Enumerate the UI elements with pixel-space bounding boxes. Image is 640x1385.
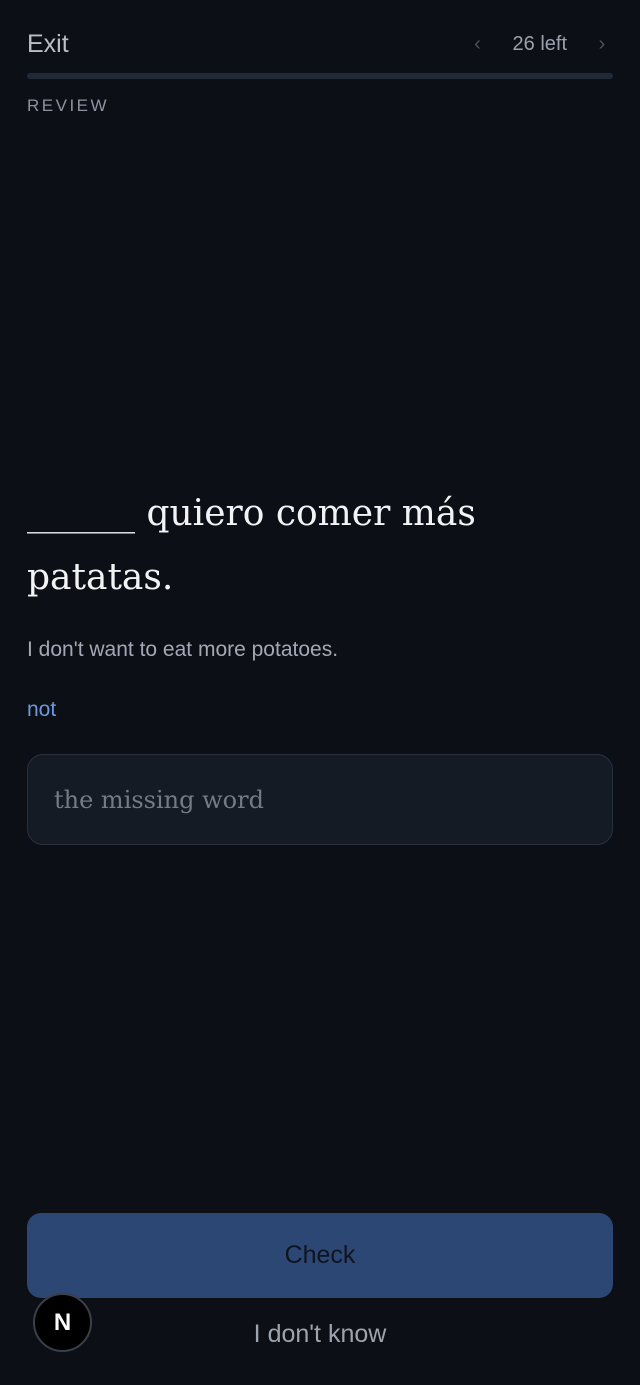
remaining-count: 26 left <box>512 33 567 55</box>
chevron-left-icon[interactable]: ‹ <box>467 30 489 58</box>
translation-text: I don't want to eat more potatoes. <box>27 638 339 661</box>
card-navigation: ‹ 26 left › <box>467 30 613 58</box>
check-button[interactable]: Check <box>27 1213 613 1298</box>
mode-label: REVIEW <box>27 96 110 115</box>
cloze-prompt: ______ quiero comer más patatas. <box>27 493 476 598</box>
dont-know-button[interactable]: I don't know <box>0 1318 640 1350</box>
n-badge-icon[interactable]: N <box>33 1293 92 1352</box>
exit-link[interactable]: Exit <box>27 28 69 60</box>
progress-bar <box>27 73 613 79</box>
badge-letter: N <box>53 1308 72 1336</box>
answer-input[interactable] <box>27 754 613 845</box>
chevron-right-icon[interactable]: › <box>591 30 613 58</box>
hint-link[interactable]: not <box>27 698 56 722</box>
